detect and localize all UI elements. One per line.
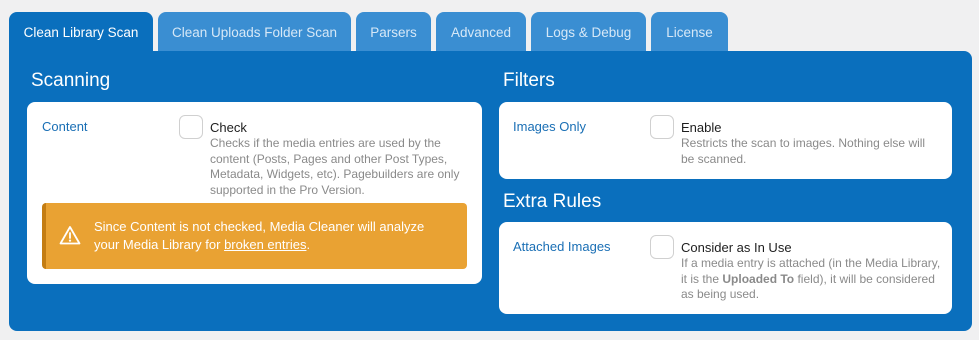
images-only-checkbox[interactable]: [650, 115, 674, 139]
filters-title: Filters: [503, 70, 555, 91]
images-only-description: Restricts the scan to images. Nothing el…: [681, 136, 926, 166]
extra-rules-title: Extra Rules: [503, 191, 602, 212]
filters-card: Images Only Enable Restricts the scan to…: [499, 102, 952, 179]
content-label: Content: [42, 119, 88, 134]
attached-images-checkbox-label[interactable]: Consider as In Use: [681, 240, 792, 255]
attached-images-checkbox[interactable]: [650, 235, 674, 259]
tab-clean-library-scan[interactable]: Clean Library Scan: [9, 12, 153, 52]
settings-tabs: Clean Library Scan Clean Uploads Folder …: [9, 12, 728, 52]
scanning-card: Content Check Checks if the media entrie…: [27, 102, 482, 284]
content-checkbox-label[interactable]: Check: [210, 120, 247, 135]
attached-images-description: If a media entry is attached (in the Med…: [681, 256, 941, 301]
tab-advanced[interactable]: Advanced: [436, 12, 526, 52]
tab-logs-debug[interactable]: Logs & Debug: [531, 12, 646, 52]
tab-clean-uploads-folder-scan[interactable]: Clean Uploads Folder Scan: [158, 12, 351, 52]
tab-parsers[interactable]: Parsers: [356, 12, 431, 52]
settings-panel: Scanning Content Check Checks if the med…: [9, 51, 972, 331]
content-warning-notice: Since Content is not checked, Media Clea…: [42, 203, 467, 269]
images-only-label: Images Only: [513, 119, 586, 134]
scanning-title: Scanning: [31, 70, 111, 91]
images-only-checkbox-label[interactable]: Enable: [681, 120, 721, 135]
warning-icon: [59, 226, 81, 245]
content-description: Checks if the media entries are used by …: [210, 136, 460, 197]
extra-rules-card: Attached Images Consider as In Use If a …: [499, 222, 952, 314]
broken-entries-link[interactable]: broken entries: [224, 237, 306, 252]
warning-message: Since Content is not checked, Media Clea…: [94, 219, 425, 252]
attached-images-label: Attached Images: [513, 239, 611, 254]
content-checkbox[interactable]: [179, 115, 203, 139]
tab-license[interactable]: License: [651, 12, 728, 52]
